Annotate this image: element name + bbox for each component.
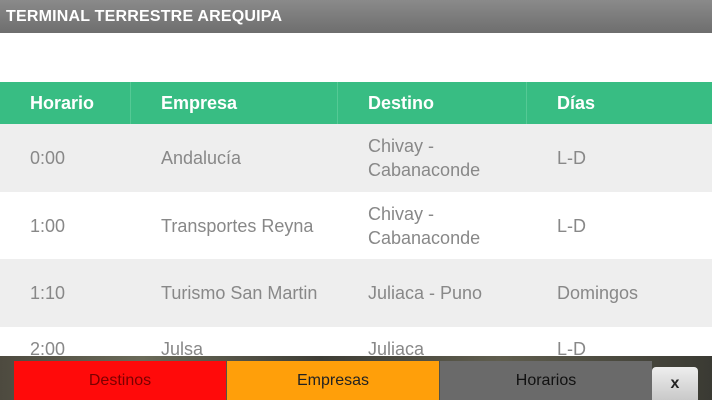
cell-empresa: Transportes Reyna: [161, 215, 314, 236]
destinos-button[interactable]: Destinos: [14, 361, 226, 400]
bottom-nav: Destinos Empresas Horarios: [14, 361, 652, 400]
column-header-horario: Horario: [0, 82, 131, 124]
cell-horario: 1:00: [30, 215, 66, 236]
horarios-button[interactable]: Horarios: [440, 361, 652, 400]
schedule-table: Horario Empresa Destino Días 0:00 Andalu…: [0, 82, 712, 356]
table-body: 0:00 Andalucía Chivay - Cabanaconde L-D …: [0, 124, 712, 356]
blank-area: [0, 33, 712, 82]
table-row[interactable]: 1:10 Turismo San Martin Juliaca - Puno D…: [0, 259, 712, 327]
close-button[interactable]: x: [652, 367, 698, 400]
cell-empresa: Andalucía: [161, 148, 242, 168]
cell-dias: L-D: [557, 215, 587, 236]
cell-destino: Chivay - Cabanaconde: [368, 203, 481, 248]
table-header: Horario Empresa Destino Días: [0, 82, 712, 124]
cell-destino: Chivay - Cabanaconde: [368, 136, 481, 180]
cell-destino: Juliaca - Puno: [368, 283, 483, 303]
cell-dias: L-D: [557, 148, 587, 168]
cell-dias: L-D: [557, 339, 587, 356]
column-header-dias: Días: [557, 92, 596, 113]
cell-destino: Juliaca: [368, 339, 425, 356]
column-header-empresa: Empresa: [131, 82, 338, 124]
empresas-button[interactable]: Empresas: [227, 361, 439, 400]
column-header-destino: Destino: [338, 82, 527, 124]
cell-empresa: Turismo San Martin: [161, 283, 318, 303]
cell-dias: Domingos: [557, 283, 639, 303]
table-row[interactable]: 1:00 Transportes Reyna Chivay - Cabanaco…: [0, 192, 712, 259]
app-title: TERMINAL TERRESTRE AREQUIPA: [0, 0, 712, 33]
cell-horario: 2:00: [30, 339, 66, 356]
cell-empresa: Julsa: [161, 339, 204, 356]
table-row[interactable]: 2:00 Julsa Juliaca L-D: [0, 327, 712, 356]
table-row[interactable]: 0:00 Andalucía Chivay - Cabanaconde L-D: [0, 124, 712, 192]
cell-horario: 0:00: [30, 148, 66, 168]
cell-horario: 1:10: [30, 283, 66, 303]
